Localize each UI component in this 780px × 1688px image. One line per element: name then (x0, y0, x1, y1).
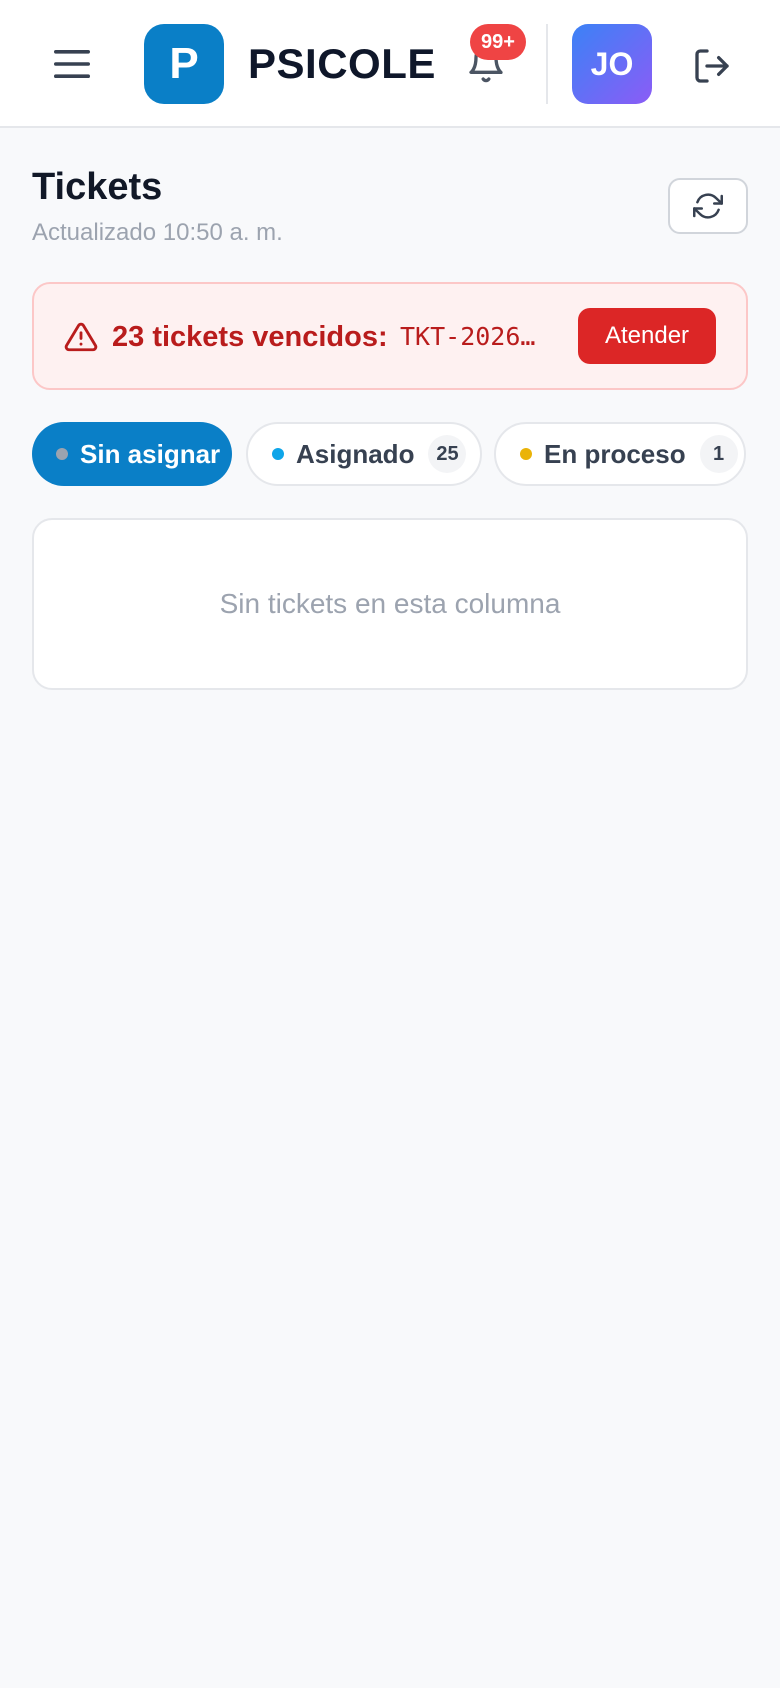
overdue-ticket-code[interactable]: TKT-2026-… (400, 320, 548, 354)
attend-button[interactable]: Atender (578, 308, 716, 364)
top-bar: P PSICOLE 99+ JO (0, 0, 780, 128)
tab-label: Asignado (296, 438, 415, 469)
overdue-alert-title: 23 tickets vencidos: (112, 321, 388, 353)
status-dot (272, 448, 284, 460)
header-divider (546, 24, 548, 104)
app-name: PSICOLE (248, 40, 436, 87)
last-updated-text: Actualizado 10:50 a. m. (32, 219, 283, 246)
tab-count-badge: 25 (428, 435, 467, 473)
ticket-column-empty-state: Sin tickets en esta columna (32, 518, 748, 690)
tab-sin-asignar[interactable]: Sin asignar (32, 422, 232, 486)
tab-label: Sin asignar (80, 438, 221, 469)
tab-asignado[interactable]: Asignado 25 (246, 422, 482, 486)
status-dot (520, 448, 532, 460)
hamburger-menu-icon (54, 50, 90, 78)
user-initials: JO (590, 45, 634, 82)
user-avatar[interactable]: JO (572, 24, 652, 104)
warning-triangle-icon (64, 322, 98, 352)
refresh-button[interactable] (668, 178, 748, 234)
refresh-icon (693, 193, 723, 219)
empty-state-text: Sin tickets en esta columna (219, 588, 561, 619)
logo-letter: P (169, 39, 199, 88)
menu-button[interactable] (44, 38, 100, 90)
overdue-tickets-alert: 23 tickets vencidos: TKT-2026-… Atender (32, 282, 748, 390)
notification-count-badge: 99+ (470, 24, 526, 60)
logout-button[interactable] (686, 40, 738, 92)
tab-label: En proceso (544, 438, 686, 469)
app-logo: P (144, 24, 224, 104)
logout-icon (695, 49, 729, 83)
status-dot (56, 448, 68, 460)
page-title: Tickets (32, 166, 163, 208)
tab-en-proceso[interactable]: En proceso 1 (494, 422, 746, 486)
tab-count-badge: 1 (699, 435, 738, 473)
